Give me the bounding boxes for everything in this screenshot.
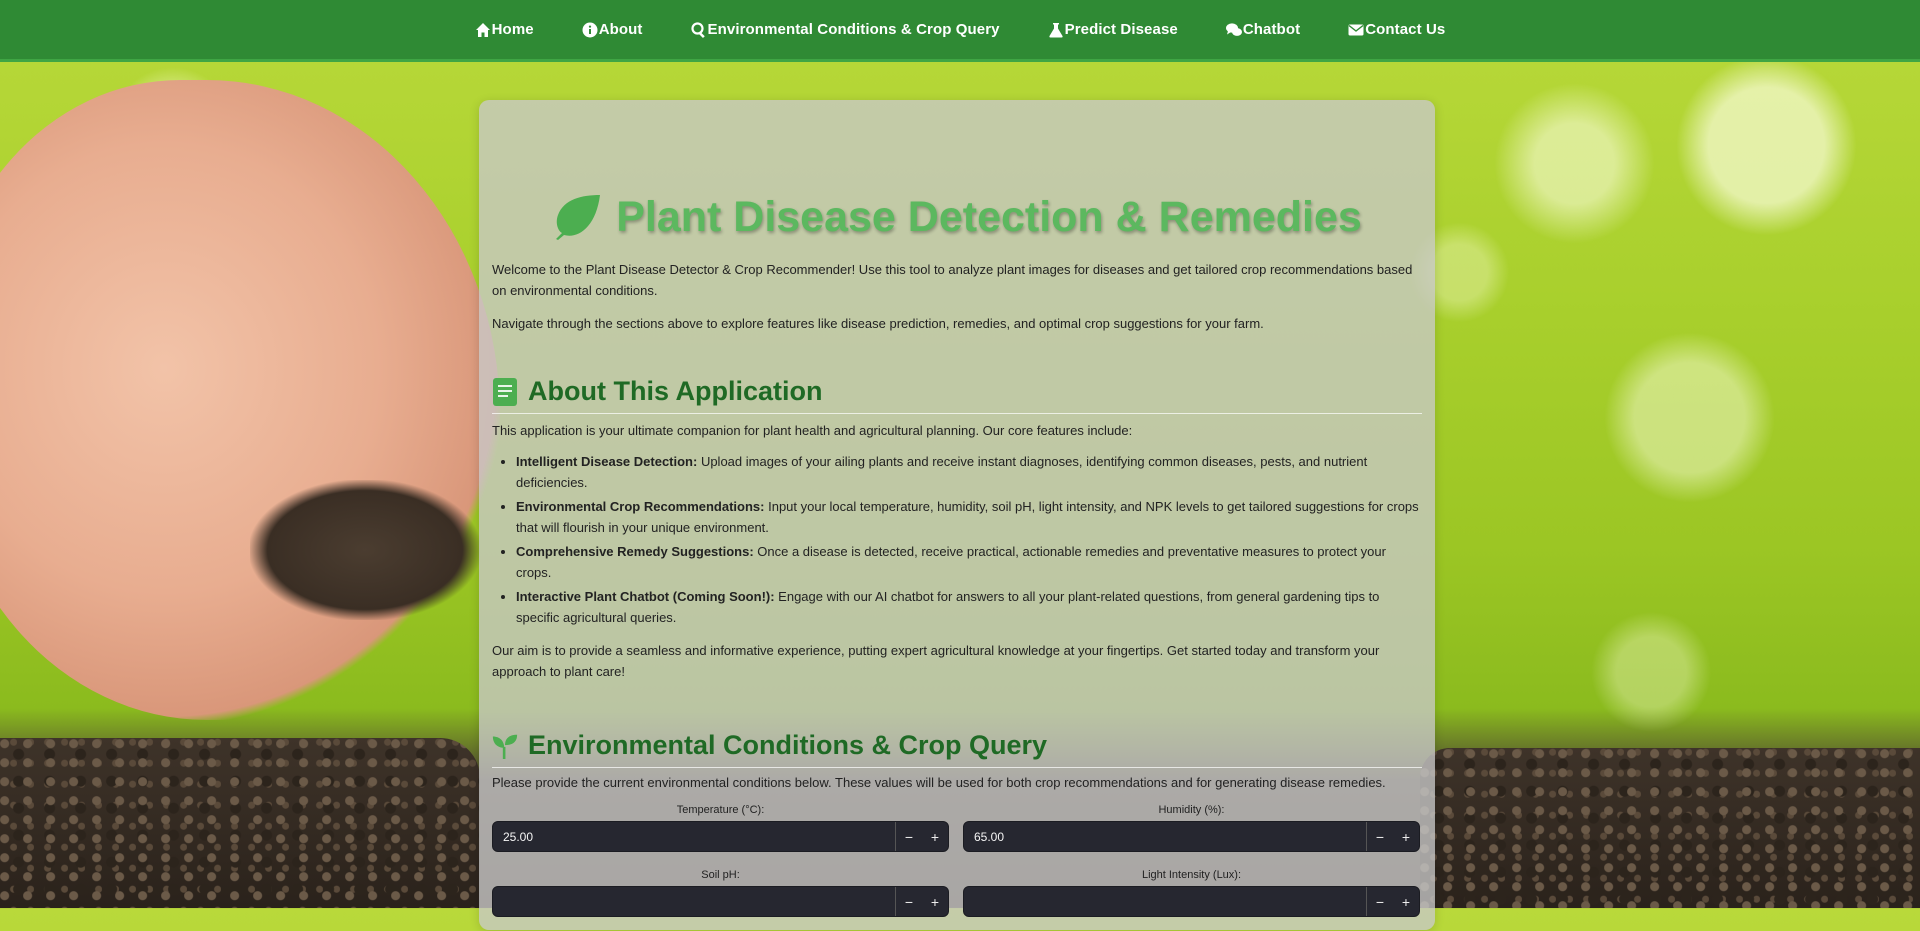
nav-about[interactable]: About bbox=[558, 0, 667, 59]
environment-heading-text: Environmental Conditions & Crop Query bbox=[528, 730, 1048, 760]
nav-contact-us[interactable]: Contact Us bbox=[1324, 0, 1469, 59]
environment-input-grid: Temperature (°C): 25.00 − + Humidity (%)… bbox=[492, 801, 1422, 931]
search-icon bbox=[690, 21, 705, 38]
soil-ph-value[interactable] bbox=[493, 887, 896, 916]
book-icon bbox=[493, 377, 517, 406]
navigation-hint-text: Navigate through the sections above to e… bbox=[492, 316, 1264, 331]
humidity-increment-button[interactable]: + bbox=[1393, 822, 1419, 851]
soil-ph-label: Soil pH: bbox=[701, 869, 740, 881]
seedling-icon bbox=[492, 734, 518, 759]
temperature-increment-button[interactable]: + bbox=[922, 822, 948, 851]
nav-chatbot[interactable]: Chatbot bbox=[1202, 0, 1324, 59]
temperature-value[interactable]: 25.00 bbox=[493, 822, 896, 851]
light-intensity-input[interactable]: − + bbox=[963, 886, 1420, 917]
feature-title: Comprehensive Remedy Suggestions: bbox=[516, 544, 754, 559]
feature-title: Intelligent Disease Detection: bbox=[516, 454, 698, 469]
nav-home-label: Home bbox=[491, 21, 534, 38]
humidity-value[interactable]: 65.00 bbox=[964, 822, 1367, 851]
environment-section-heading: Environmental Conditions & Crop Query bbox=[492, 730, 1422, 768]
temperature-label: Temperature (°C): bbox=[676, 804, 765, 816]
nav-home[interactable]: Home bbox=[451, 0, 558, 59]
nav-environmental-conditions[interactable]: Environmental Conditions & Crop Query bbox=[667, 0, 1024, 59]
background-soil-in-hand bbox=[250, 480, 480, 620]
light-intensity-decrement-button[interactable]: − bbox=[1367, 887, 1393, 916]
light-intensity-field: Light Intensity (Lux): − + bbox=[963, 866, 1420, 931]
feature-title: Interactive Plant Chatbot (Coming Soon!)… bbox=[516, 589, 775, 604]
main-content-card: Plant Disease Detection & Remedies Welco… bbox=[479, 100, 1435, 930]
nav-environmental-conditions-label: Environmental Conditions & Crop Query bbox=[707, 21, 1000, 38]
light-intensity-label: Light Intensity (Lux): bbox=[1141, 869, 1242, 881]
background-soil-left bbox=[0, 738, 480, 908]
nav-contact-us-label: Contact Us bbox=[1365, 21, 1446, 38]
feature-list: Intelligent Disease Detection: Upload im… bbox=[492, 451, 1422, 628]
top-navigation-bar: Home About Environmental Conditions & Cr… bbox=[0, 0, 1920, 62]
envelope-icon bbox=[1348, 24, 1364, 35]
soil-ph-input[interactable]: − + bbox=[492, 886, 949, 917]
nav-predict-disease[interactable]: Predict Disease bbox=[1024, 0, 1202, 59]
soil-ph-field: Soil pH: − + bbox=[492, 866, 949, 931]
about-section-heading: About This Application bbox=[492, 376, 1422, 414]
feature-item: Intelligent Disease Detection: Upload im… bbox=[516, 451, 1422, 493]
flask-icon bbox=[1048, 22, 1063, 37]
soil-ph-increment-button[interactable]: + bbox=[922, 887, 948, 916]
temperature-decrement-button[interactable]: − bbox=[896, 822, 922, 851]
aim-text: Our aim is to provide a seamless and inf… bbox=[492, 643, 1380, 679]
nav-predict-disease-label: Predict Disease bbox=[1064, 21, 1178, 38]
soil-ph-decrement-button[interactable]: − bbox=[896, 887, 922, 916]
background-hand-image bbox=[0, 80, 500, 720]
temperature-field: Temperature (°C): 25.00 − + bbox=[492, 801, 949, 866]
welcome-text: Welcome to the Plant Disease Detector & … bbox=[492, 262, 1413, 298]
humidity-field: Humidity (%): 65.00 − + bbox=[963, 801, 1420, 866]
feature-title: Environmental Crop Recommendations: bbox=[516, 499, 765, 514]
feature-item: Comprehensive Remedy Suggestions: Once a… bbox=[516, 541, 1422, 583]
humidity-label: Humidity (%): bbox=[1158, 804, 1225, 816]
page-title: Plant Disease Detection & Remedies bbox=[492, 187, 1422, 247]
temperature-input[interactable]: 25.00 − + bbox=[492, 821, 949, 852]
light-intensity-value[interactable] bbox=[964, 887, 1367, 916]
home-icon bbox=[475, 22, 490, 37]
about-heading-text: About This Application bbox=[528, 376, 823, 406]
light-intensity-increment-button[interactable]: + bbox=[1393, 887, 1419, 916]
page-title-text: Plant Disease Detection & Remedies bbox=[616, 192, 1362, 241]
feature-item: Environmental Crop Recommendations: Inpu… bbox=[516, 496, 1422, 538]
about-intro-text: This application is your ultimate compan… bbox=[492, 423, 1133, 438]
info-icon bbox=[582, 22, 598, 37]
leaf-icon bbox=[556, 195, 601, 240]
humidity-input[interactable]: 65.00 − + bbox=[963, 821, 1420, 852]
environment-intro-text: Please provide the current environmental… bbox=[492, 775, 1386, 790]
nav-chatbot-label: Chatbot bbox=[1242, 21, 1301, 38]
nav-about-label: About bbox=[598, 21, 643, 38]
chat-icon bbox=[1225, 22, 1242, 36]
humidity-decrement-button[interactable]: − bbox=[1367, 822, 1393, 851]
feature-item: Interactive Plant Chatbot (Coming Soon!)… bbox=[516, 586, 1422, 628]
background-soil-right bbox=[1420, 748, 1920, 908]
